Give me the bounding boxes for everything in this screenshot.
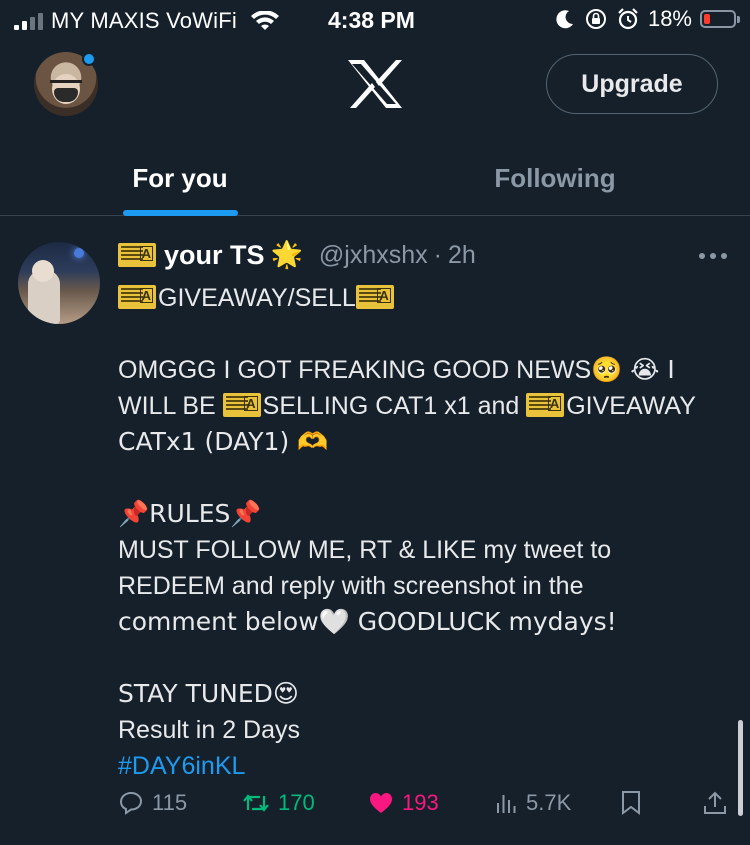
tweet-line: 📌RULES📌 xyxy=(118,499,262,528)
tweet-line: Result in 2 Days xyxy=(118,716,301,744)
tweet-line: SELLING CAT1 x1 and xyxy=(262,392,527,420)
reply-count: 115 xyxy=(152,790,188,815)
active-tab-indicator xyxy=(123,210,238,216)
tweet-actions: 115 170 193 5.7K xyxy=(118,790,738,830)
scrollbar[interactable] xyxy=(738,720,743,816)
ticket-emoji-icon xyxy=(118,243,156,267)
tweet-emoji-text: 🥺 😭 I xyxy=(591,355,675,384)
notification-dot xyxy=(82,52,96,66)
tweet-line: STAY TUNED😍 xyxy=(118,679,299,708)
x-logo-icon[interactable] xyxy=(346,58,404,110)
tweet-line: OMGGG I GOT FREAKING GOOD NEWS xyxy=(118,356,592,384)
retweet-count: 170 xyxy=(278,790,315,815)
author-handle[interactable]: @jxhxshx xyxy=(319,241,428,270)
ticket-emoji-icon xyxy=(526,393,565,417)
retweet-button[interactable]: 170 xyxy=(242,790,315,816)
heart-icon xyxy=(370,793,392,813)
author-name[interactable]: your TS xyxy=(164,240,265,271)
star-emoji-icon: 🌟 xyxy=(270,240,303,270)
ticket-emoji-icon xyxy=(118,285,156,309)
timeline-tabs: For you Following xyxy=(0,140,750,216)
status-bar: MY MAXIS VoWiFi 4:38 PM 18% xyxy=(0,0,750,40)
signal-icon xyxy=(14,12,43,30)
hashtag-link[interactable]: #DAY6inKL xyxy=(118,752,245,780)
upgrade-button[interactable]: Upgrade xyxy=(546,54,718,114)
rotation-lock-icon xyxy=(585,9,606,29)
status-time: 4:38 PM xyxy=(328,7,415,33)
views-button[interactable]: 5.7K xyxy=(494,790,571,816)
ticket-emoji-icon xyxy=(355,285,394,309)
alarm-icon xyxy=(618,8,638,30)
tweet-line: CATx1 (DAY1) 🫶 xyxy=(118,427,329,456)
like-button[interactable]: 193 xyxy=(368,790,439,816)
reply-icon xyxy=(119,791,143,815)
battery-percent: 18% xyxy=(647,6,692,31)
share-icon xyxy=(704,791,726,814)
tab-for-you[interactable]: For you xyxy=(0,140,360,216)
tweet-line: REDEEM and reply with screenshot in the xyxy=(118,572,584,600)
share-button[interactable] xyxy=(702,790,728,816)
tweet-line: GIVEAWAY xyxy=(566,392,696,420)
carrier-label: MY MAXIS VoWiFi xyxy=(51,8,237,33)
tweet-text: GIVEAWAY/SELL OMGGG I GOT FREAKING GOOD … xyxy=(118,280,738,784)
tweet-line: WILL BE xyxy=(118,392,223,420)
ticket-emoji-icon xyxy=(222,393,261,417)
tweet-line: GIVEAWAY/SELL xyxy=(158,284,356,312)
tab-following[interactable]: Following xyxy=(375,140,735,216)
more-options-icon[interactable] xyxy=(696,246,730,266)
bookmark-icon xyxy=(622,791,640,815)
wifi-icon xyxy=(250,11,279,30)
tweet-author-avatar[interactable] xyxy=(18,242,100,324)
tweet-line: MUST FOLLOW ME, RT & LIKE my tweet to xyxy=(118,536,612,564)
battery-icon xyxy=(700,10,740,28)
reply-button[interactable]: 115 xyxy=(118,790,187,816)
views-count: 5.7K xyxy=(526,790,572,815)
tweet-header: your TS 🌟 @jxhxshx · 2h xyxy=(118,236,476,274)
bookmark-button[interactable] xyxy=(620,790,642,816)
tweet-time[interactable]: 2h xyxy=(448,241,476,270)
tweet-line: comment below🤍 GOODLUCK mydays! xyxy=(118,607,617,636)
moon-icon xyxy=(556,10,573,29)
views-chart-icon xyxy=(497,795,516,813)
separator-dot: · xyxy=(433,240,442,269)
retweet-icon xyxy=(243,794,269,812)
like-count: 193 xyxy=(402,790,439,815)
